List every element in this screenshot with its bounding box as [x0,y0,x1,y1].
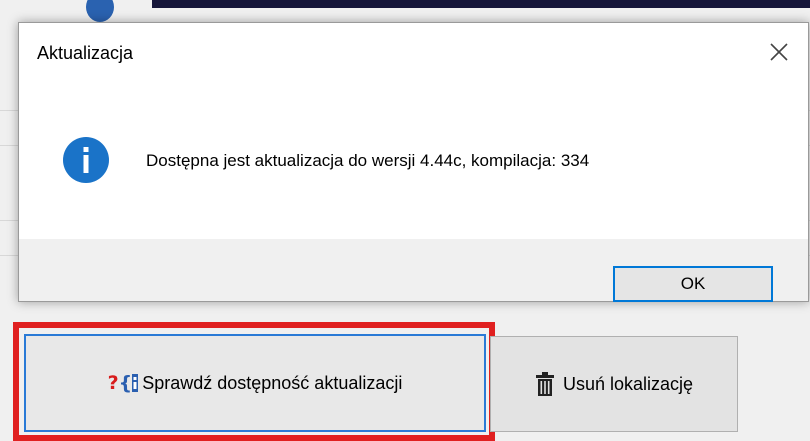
update-dialog: Aktualizacja Dostępna jest aktualizacja … [18,22,809,302]
remove-localization-label: Usuń lokalizację [562,373,694,394]
question-brace-icon: ?{ [108,372,139,394]
dialog-body: Dostępna jest aktualizacja do wersji 4.4… [19,85,808,239]
app-header-strip [152,0,810,8]
info-icon [63,137,109,183]
close-icon [770,43,788,61]
check-updates-label: Sprawdź dostępność aktualizacji [142,372,403,393]
dialog-message: Dostępna jest aktualizacja do wersji 4.4… [146,151,590,170]
dialog-title: Aktualizacja [37,43,134,63]
dialog-titlebar[interactable]: Aktualizacja [19,23,808,85]
close-button[interactable] [750,23,808,81]
remove-localization-button[interactable]: Usuń lokalizację [490,336,738,432]
ok-button[interactable]: OK [613,266,773,302]
dialog-footer: OK [19,239,808,302]
check-updates-button[interactable]: ?{ Sprawdź dostępność aktualizacji [24,334,486,432]
trash-icon [535,372,554,396]
